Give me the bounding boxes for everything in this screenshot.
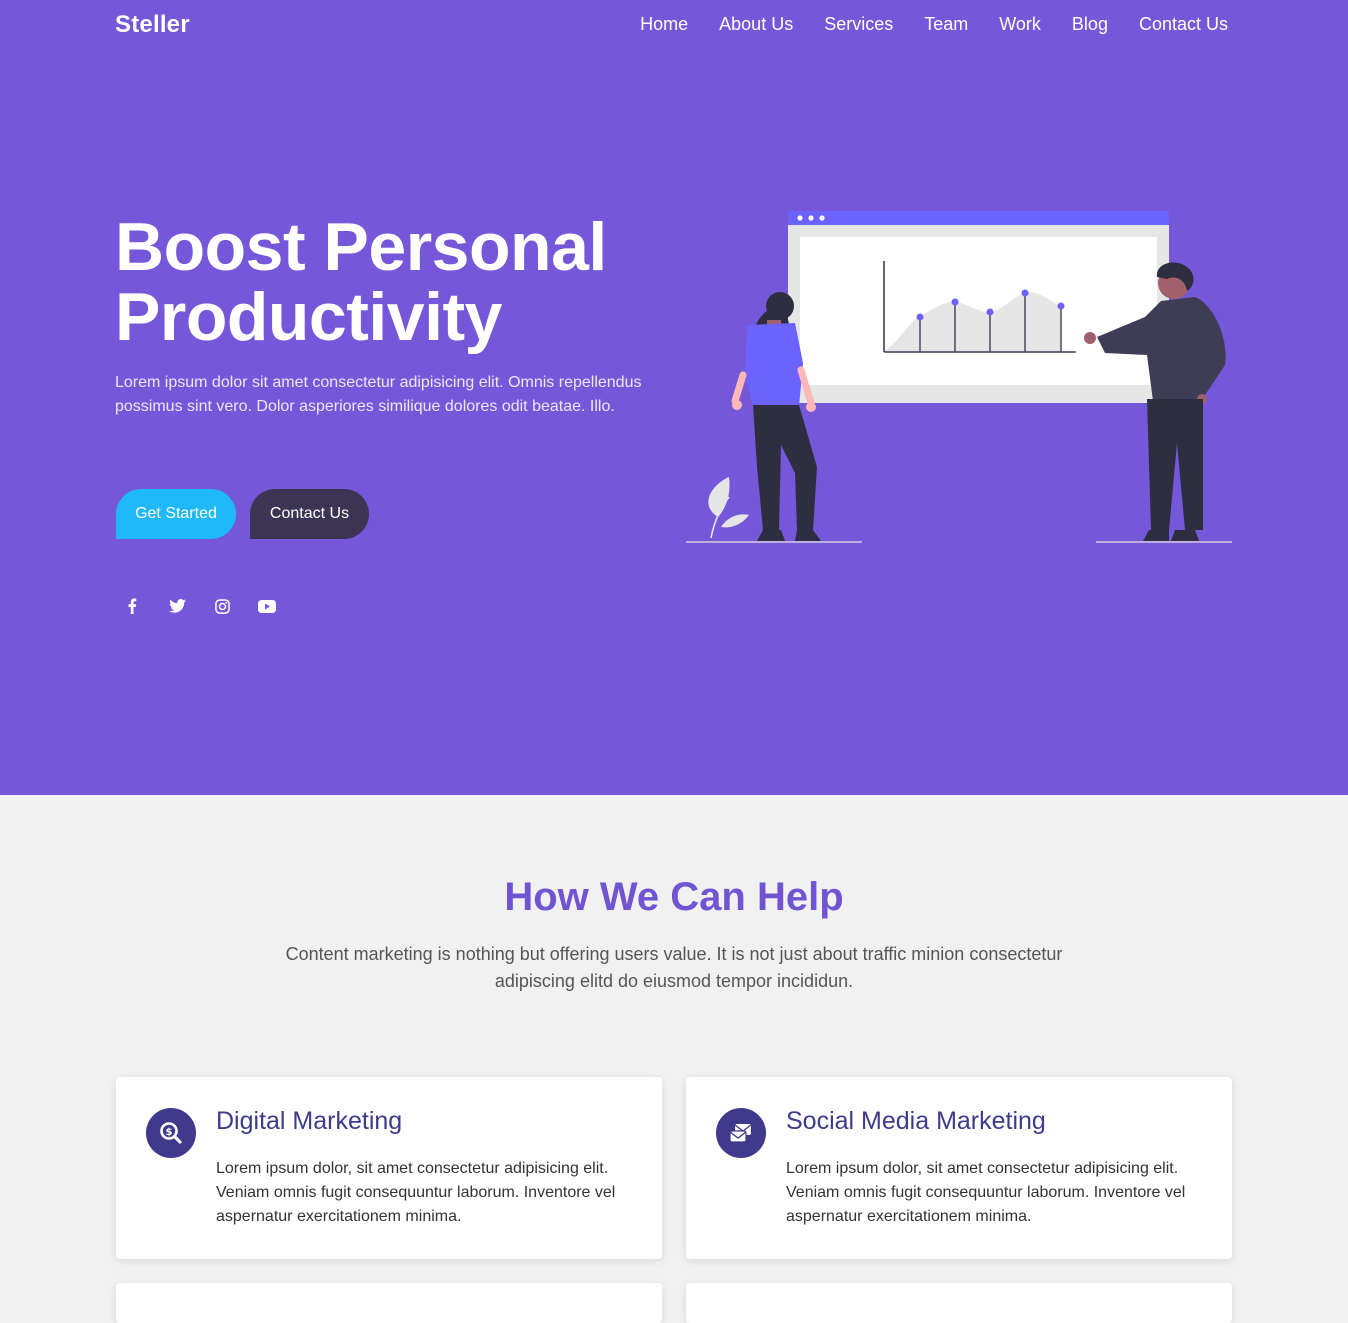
section-description: Content marketing is nothing but offerin… (285, 944, 1063, 991)
hero-section: Steller Home About Us Services Team Work… (0, 0, 1348, 795)
nav-services[interactable]: Services (824, 14, 893, 35)
how-we-can-help-section: How We Can Help Content marketing is not… (0, 795, 1348, 1323)
facebook-icon[interactable] (122, 596, 142, 616)
mail-wallet-icon (716, 1108, 766, 1158)
hero-title-line1: Boost Personal (115, 209, 607, 285)
social-links (122, 596, 277, 616)
nav-home[interactable]: Home (640, 14, 688, 35)
twitter-icon[interactable] (167, 596, 187, 616)
card-text: Lorem ipsum dolor, sit amet consectetur … (786, 1160, 1186, 1225)
top-navigation: Steller Home About Us Services Team Work… (0, 0, 1348, 52)
card-text: Lorem ipsum dolor, sit amet consectetur … (216, 1160, 616, 1225)
svg-text:$: $ (166, 1127, 173, 1138)
card-title: Social Media Marketing (786, 1107, 1046, 1135)
productivity-illustration (686, 211, 1232, 543)
service-card-social-media-marketing: Social Media Marketing Lorem ipsum dolor… (686, 1077, 1232, 1259)
card-title: Digital Marketing (216, 1107, 403, 1135)
get-started-button[interactable]: Get Started (116, 489, 236, 539)
contact-us-button[interactable]: Contact Us (250, 489, 369, 539)
youtube-icon[interactable] (257, 596, 277, 616)
service-card-partial (686, 1283, 1232, 1323)
nav-work[interactable]: Work (999, 14, 1041, 35)
nav-about-us[interactable]: About Us (719, 14, 793, 35)
nav-links: Home About Us Services Team Work Blog Co… (640, 14, 1228, 35)
hero-title-line2: Productivity (115, 279, 502, 355)
nav-contact-us[interactable]: Contact Us (1139, 14, 1228, 35)
nav-team[interactable]: Team (924, 14, 968, 35)
hero-description: Lorem ipsum dolor sit amet consectetur a… (115, 374, 642, 415)
search-dollar-icon: $ (146, 1108, 196, 1158)
nav-blog[interactable]: Blog (1072, 14, 1108, 35)
brand-logo[interactable]: Steller (115, 11, 190, 39)
service-card-partial (116, 1283, 662, 1323)
section-title: How We Can Help (504, 875, 844, 919)
service-card-digital-marketing: $ Digital Marketing Lorem ipsum dolor, s… (116, 1077, 662, 1259)
hero-title: Boost Personal Productivity (115, 212, 715, 352)
instagram-icon[interactable] (212, 596, 232, 616)
